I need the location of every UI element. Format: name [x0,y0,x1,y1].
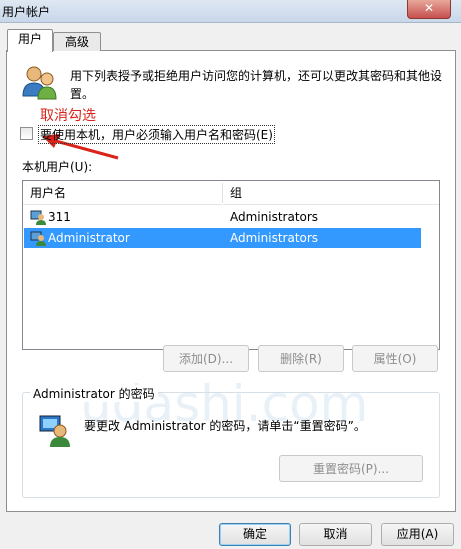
password-text: 要更改 Administrator 的密码，请单击“重置密码”。 [84,419,366,433]
window-title: 用户帐户 [2,5,51,19]
user-name: Administrator [48,231,130,245]
info-text: 用下列表授予或拒绝用户访问您的计算机，还可以更改其密码和其他设置。 [70,69,443,101]
local-users-label: 本机用户(U): [22,160,93,174]
close-button[interactable]: ✕ [407,0,451,19]
annotation-text: 取消勾选 [40,108,96,124]
table-row[interactable]: Administrator Administrators [24,228,421,248]
reset-password-button[interactable]: 重置密码(P)... [279,455,423,482]
column-header-group[interactable]: 组 [223,181,439,205]
user-icon [30,231,46,246]
title-bar [0,0,461,23]
remove-user-button[interactable]: 删除(R) [258,345,344,372]
password-group-title: Administrator 的密码 [30,385,158,402]
require-login-checkbox[interactable] [20,127,33,140]
user-group: Administrators [230,231,319,245]
properties-button[interactable]: 属性(O) [352,345,438,372]
table-row[interactable]: 311 Administrators [24,207,421,227]
user-name: 311 [48,210,71,224]
tab-users[interactable]: 用户 [7,29,53,52]
tab-advanced[interactable]: 高级 [53,32,101,51]
user-group: Administrators [230,210,319,224]
column-header-username[interactable]: 用户名 [23,181,222,205]
password-group [22,392,440,498]
users-icon [22,66,57,100]
ok-button[interactable]: 确定 [219,523,291,546]
user-password-icon [39,415,70,447]
require-login-label[interactable]: 要使用本机，用户必须输入用户名和密码(E) [38,125,275,144]
apply-button[interactable]: 应用(A) [381,523,454,546]
add-user-button[interactable]: 添加(D)... [163,345,249,372]
cancel-button[interactable]: 取消 [299,523,372,546]
users-table[interactable]: 用户名 组 311 Administrators Administrator A… [22,180,440,350]
user-icon [30,210,46,225]
